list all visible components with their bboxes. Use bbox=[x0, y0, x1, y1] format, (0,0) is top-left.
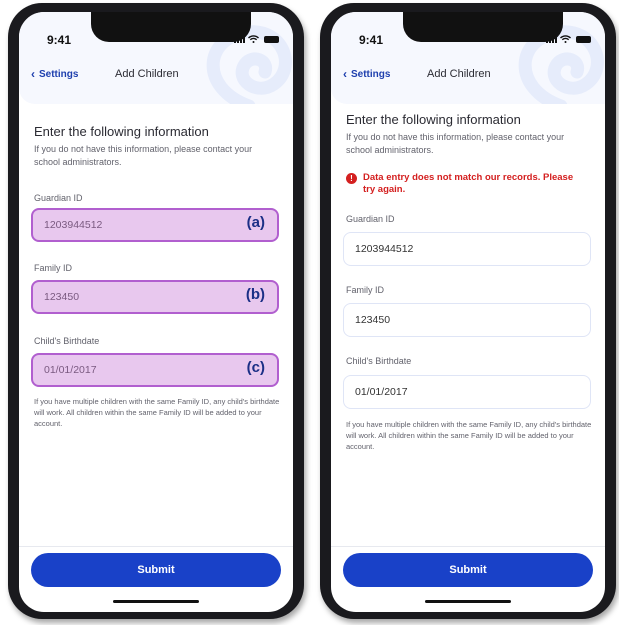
guardian-id-field[interactable]: 1203944512 bbox=[343, 232, 591, 266]
family-id-label: Family ID bbox=[34, 263, 72, 273]
battery-icon bbox=[264, 35, 279, 43]
family-id-field[interactable]: 123450 bbox=[343, 303, 591, 337]
back-button[interactable]: ‹ Settings bbox=[31, 68, 78, 80]
divider bbox=[19, 546, 293, 547]
chevron-left-icon: ‹ bbox=[31, 67, 35, 81]
submit-button[interactable]: Submit bbox=[343, 553, 593, 587]
form-heading: Enter the following information bbox=[346, 112, 521, 127]
status-icons bbox=[546, 34, 591, 44]
status-time: 9:41 bbox=[47, 33, 72, 47]
back-label: Settings bbox=[351, 68, 391, 80]
family-id-field[interactable]: 123450 (b) bbox=[31, 280, 279, 314]
form-subtext: If you do not have this information, ple… bbox=[34, 144, 253, 167]
form-subtext: If you do not have this information, ple… bbox=[346, 132, 565, 155]
chevron-left-icon: ‹ bbox=[343, 67, 347, 81]
error-text: Data entry does not match our records. P… bbox=[363, 172, 574, 195]
birthdate-field[interactable]: 01/01/2017 (c) bbox=[31, 353, 279, 387]
signal-icon bbox=[234, 35, 245, 43]
family-id-value: 123450 bbox=[355, 314, 391, 326]
guardian-id-field[interactable]: 1203944512 (a) bbox=[31, 208, 279, 242]
form-heading: Enter the following information bbox=[34, 124, 209, 139]
multiple-children-note: If you have multiple children with the s… bbox=[346, 420, 592, 451]
guardian-id-label: Guardian ID bbox=[346, 214, 395, 224]
family-id-label: Family ID bbox=[346, 285, 384, 295]
birthdate-value: 01/01/2017 bbox=[44, 364, 97, 376]
phone-frame-right: 9:41 ‹ Settings Add Children Enter the f… bbox=[320, 3, 616, 619]
birthdate-label: Child's Birthdate bbox=[346, 356, 412, 366]
page-title: Add Children bbox=[115, 68, 179, 80]
guardian-id-value: 1203944512 bbox=[355, 243, 414, 255]
guardian-id-label: Guardian ID bbox=[34, 193, 83, 203]
screen-left: 9:41 ‹ Settings Add Children Enter the f… bbox=[19, 12, 293, 612]
page-title: Add Children bbox=[427, 68, 491, 80]
back-button[interactable]: ‹ Settings bbox=[343, 68, 390, 80]
annotation-tag-b: (b) bbox=[245, 286, 265, 303]
phone-frame-left: 9:41 ‹ Settings Add Children Enter the f… bbox=[8, 3, 304, 619]
annotation-tag-a: (a) bbox=[246, 214, 265, 231]
signal-icon bbox=[546, 35, 557, 43]
birthdate-value: 01/01/2017 bbox=[355, 386, 408, 398]
error-message: ! Data entry does not match our records.… bbox=[346, 172, 583, 196]
back-label: Settings bbox=[39, 68, 79, 80]
birthdate-field[interactable]: 01/01/2017 bbox=[343, 375, 591, 409]
error-icon: ! bbox=[346, 173, 357, 184]
wifi-icon bbox=[560, 35, 571, 43]
annotation-tag-c: (c) bbox=[246, 359, 265, 376]
screen-right: 9:41 ‹ Settings Add Children Enter the f… bbox=[331, 12, 605, 612]
header: 9:41 ‹ Settings Add Children bbox=[331, 12, 605, 104]
submit-button[interactable]: Submit bbox=[31, 553, 281, 587]
camera-notch bbox=[403, 12, 563, 42]
camera-notch bbox=[91, 12, 251, 42]
home-indicator bbox=[425, 600, 511, 603]
home-indicator bbox=[113, 600, 199, 603]
wifi-icon bbox=[248, 35, 259, 43]
status-time: 9:41 bbox=[359, 33, 384, 47]
multiple-children-note: If you have multiple children with the s… bbox=[34, 397, 280, 428]
birthdate-label: Child's Birthdate bbox=[34, 336, 100, 346]
header: 9:41 ‹ Settings Add Children bbox=[19, 12, 293, 104]
family-id-value: 123450 bbox=[44, 291, 80, 303]
guardian-id-value: 1203944512 bbox=[44, 219, 103, 231]
status-icons bbox=[234, 34, 279, 44]
divider bbox=[331, 546, 605, 547]
battery-icon bbox=[576, 35, 591, 43]
